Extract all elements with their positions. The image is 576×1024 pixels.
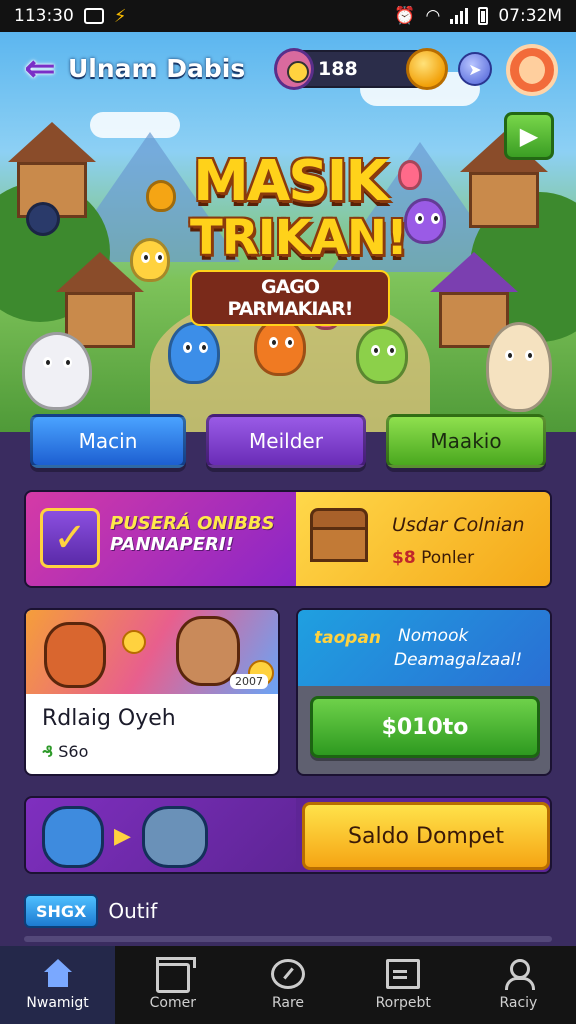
logo-subtitle: GAGO PARMAKIAR! xyxy=(190,270,390,326)
promo-price-symbol: $8 xyxy=(392,548,416,568)
mode-button-purple[interactable]: Meilder xyxy=(206,414,366,468)
promo-title-line1: PUSERÁ ONIBBS xyxy=(110,513,275,534)
nav-label: Comer xyxy=(149,995,196,1011)
mode-buttons: Macin Meilder Maakio xyxy=(0,414,576,470)
coin-balance[interactable]: 188 xyxy=(274,48,448,90)
wallet-left-panel: ▶ xyxy=(26,798,296,872)
section-header: SHGX Outif xyxy=(24,892,157,930)
status-clock: 07:32M xyxy=(498,6,562,26)
avatar[interactable] xyxy=(506,44,558,96)
document-icon xyxy=(386,959,421,989)
promo-right-price: $8 Ponler xyxy=(392,548,474,568)
check-badge-icon: ✓ xyxy=(40,508,100,568)
blue-creature-icon xyxy=(42,806,104,868)
status-time: 113:30 xyxy=(14,6,74,26)
arrow-icon: ➤ xyxy=(468,59,482,79)
creature-blue xyxy=(168,322,220,384)
nav-label: Raciy xyxy=(499,995,538,1011)
payment-label-a: taopan xyxy=(314,628,382,648)
promo-left-panel: ✓ PUSERÁ ONIBBS PANNAPERI! xyxy=(26,492,296,586)
logo-line-2: TRIKAN! xyxy=(190,210,408,266)
section-badge[interactable]: SHGX xyxy=(24,894,99,928)
promo-right-title: Usdar Colnian xyxy=(392,514,525,536)
app-title: Ulnam Dabis xyxy=(68,53,246,83)
coin-creature xyxy=(146,180,176,212)
game-card-name: Rdlaig Oyeh xyxy=(42,706,176,731)
play-icon: ▶ xyxy=(519,122,539,150)
promo-title: PUSERÁ ONIBBS PANNAPERI! xyxy=(110,513,300,555)
gauge-icon xyxy=(271,959,305,989)
price-symbol-icon: ₰ xyxy=(42,742,54,761)
bottom-nav: Nwamigt Comer Rare Rorpebt Raciy xyxy=(0,946,576,1024)
nav-item-store[interactable]: Comer xyxy=(115,946,230,1024)
mode-button-blue[interactable]: Macin xyxy=(30,414,186,468)
battery-icon xyxy=(478,7,489,25)
nav-label: Rorpebt xyxy=(375,995,431,1011)
mouse-character-icon xyxy=(142,806,208,868)
play-button[interactable]: ▶ xyxy=(504,112,554,160)
game-card-tag: 2007 xyxy=(230,674,268,689)
compass-icon xyxy=(26,202,60,236)
promo-title-line2: PANNAPERI! xyxy=(110,533,234,555)
alarm-icon: ⏰ xyxy=(394,6,416,26)
home-icon xyxy=(41,959,75,989)
signal-icon xyxy=(450,8,469,24)
wallet-banner: ▶ Saldo Dompet xyxy=(24,796,552,874)
wallet-balance-button[interactable]: Saldo Dompet xyxy=(302,802,550,870)
arrow-right-icon: ▶ xyxy=(114,824,131,849)
arrow-button[interactable]: ➤ xyxy=(458,52,492,86)
nav-label: Rare xyxy=(271,995,305,1011)
pay-button[interactable]: $010to xyxy=(310,696,540,758)
payment-card-header: taopan Nomook Deamagalzaal! xyxy=(298,610,550,686)
status-right: ⏰ ◠ 07:32M xyxy=(394,6,562,26)
creature-purple xyxy=(404,198,446,244)
game-card-art: 2007 xyxy=(26,610,278,694)
coin-icon xyxy=(406,48,448,90)
menu-arrow-icon: ⇐ xyxy=(24,46,56,90)
bolt-icon: ⚡ xyxy=(113,5,127,27)
game-card[interactable]: 2007 Rdlaig Oyeh ₰ S6o xyxy=(24,608,280,776)
user-icon xyxy=(501,959,536,990)
payment-card: taopan Nomook Deamagalzaal! $010to xyxy=(296,608,552,776)
promo-banner[interactable]: ✓ PUSERÁ ONIBBS PANNAPERI! Usdar Colnian… xyxy=(24,490,552,588)
creature-orange xyxy=(254,318,306,376)
payment-label-c: Deamagalzaal! xyxy=(394,650,523,670)
game-card-price-value: S6o xyxy=(58,742,89,761)
status-bar: 113:30 ⚡ ⏰ ◠ 07:32M xyxy=(0,0,576,32)
nav-item-home[interactable]: Nwamigt xyxy=(0,946,116,1024)
nav-item-rare[interactable]: Rare xyxy=(230,946,345,1024)
screen-icon xyxy=(83,8,104,24)
creature-yellow xyxy=(130,238,170,282)
creature-white xyxy=(22,332,92,410)
balloon-shape xyxy=(398,160,422,190)
game-logo: MASIK TRIKAN! GAGO PARMAKIAR! xyxy=(190,149,408,326)
creature-green xyxy=(356,326,408,384)
menu-back-button[interactable]: ⇐ xyxy=(16,46,64,90)
mode-button-green[interactable]: Maakio xyxy=(386,414,546,468)
treasure-chest-icon xyxy=(310,508,370,566)
mascot-icon xyxy=(274,48,314,90)
store-icon xyxy=(155,957,196,993)
creature-egg xyxy=(486,322,552,412)
promo-price-text: Ponler xyxy=(421,548,475,568)
nav-item-profile[interactable]: Raciy xyxy=(461,946,576,1024)
wifi-icon: ◠ xyxy=(425,6,441,26)
payment-label-b: Nomook xyxy=(398,626,469,646)
status-left: 113:30 ⚡ xyxy=(14,6,126,27)
logo-line-1: MASIK xyxy=(193,149,389,214)
coin-icon xyxy=(122,630,146,654)
section-label: Outif xyxy=(108,899,158,923)
coin-balance-value: 188 xyxy=(318,58,358,80)
nav-label: Nwamigt xyxy=(26,995,89,1011)
game-card-price: ₰ S6o xyxy=(42,742,88,761)
section-divider xyxy=(24,936,552,942)
nav-item-report[interactable]: Rorpebt xyxy=(346,946,461,1024)
fox-character xyxy=(44,622,106,688)
